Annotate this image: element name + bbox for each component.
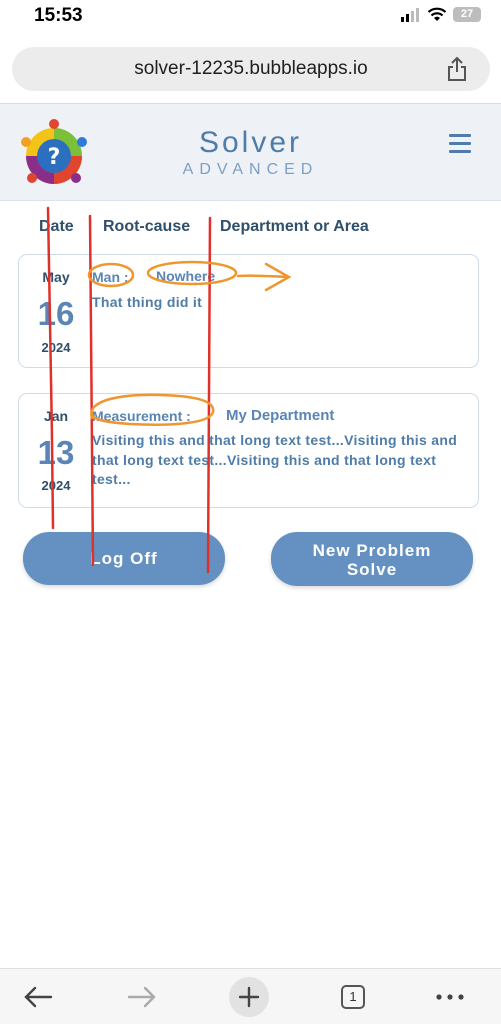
- card-month: May: [42, 269, 70, 285]
- card-year: 2024: [41, 478, 71, 493]
- card-root-cause: Measurement :: [92, 408, 191, 424]
- app-title: Solver: [198, 126, 303, 159]
- problem-card[interactable]: May 16 2024 Man : Nowhere That thing did…: [18, 254, 479, 368]
- status-time: 15:53: [34, 5, 83, 26]
- column-header-root-cause: Root-cause: [103, 218, 191, 235]
- back-button[interactable]: [16, 979, 60, 1015]
- new-tab-button[interactable]: [227, 977, 271, 1017]
- new-problem-solve-button[interactable]: New Problem Solve: [271, 532, 473, 586]
- more-button[interactable]: [428, 979, 472, 1015]
- card-department: My Department: [226, 407, 335, 424]
- new-problem-label-line1: New Problem: [312, 541, 432, 560]
- signal-icon: [401, 7, 419, 22]
- forward-button[interactable]: [120, 979, 164, 1015]
- log-off-label: Log Off: [90, 549, 158, 568]
- app-header: ? Solver ADVANCED: [0, 103, 501, 201]
- card-day: 13: [37, 434, 75, 471]
- forward-arrow-icon: [127, 986, 156, 1008]
- card-description: Visiting this and that long text test...…: [92, 432, 458, 487]
- card-root-cause: Man :: [92, 269, 129, 285]
- url-text: solver-12235.bubbleapps.io: [134, 58, 368, 79]
- card-day: 16: [37, 295, 75, 332]
- card-description: That thing did it: [92, 294, 203, 310]
- new-problem-label-line2: Solve: [346, 560, 398, 579]
- more-dots-icon: [436, 994, 464, 1000]
- tabs-button[interactable]: 1: [331, 979, 375, 1015]
- browser-toolbar: 1: [0, 968, 501, 1024]
- card-month: Jan: [43, 408, 69, 424]
- app-subtitle: ADVANCED: [182, 161, 319, 178]
- status-bar: 15:53 27: [0, 0, 501, 34]
- wifi-icon: [427, 7, 447, 21]
- back-arrow-icon: [24, 986, 53, 1008]
- tab-count: 1: [341, 985, 365, 1009]
- column-headers: Date Root-cause Department or Area: [0, 218, 501, 242]
- menu-icon[interactable]: [449, 134, 471, 158]
- card-department: Nowhere: [156, 268, 216, 284]
- column-header-date: Date: [39, 218, 74, 235]
- card-year: 2024: [41, 340, 71, 355]
- address-bar[interactable]: solver-12235.bubbleapps.io: [12, 47, 490, 91]
- share-icon[interactable]: [446, 56, 468, 82]
- problem-card[interactable]: Jan 13 2024 Measurement : My Department …: [18, 393, 479, 508]
- status-icons: 27: [401, 7, 481, 22]
- column-header-department: Department or Area: [220, 218, 369, 235]
- battery-icon: 27: [453, 7, 481, 22]
- log-off-button[interactable]: Log Off: [23, 532, 225, 585]
- plus-icon: [229, 977, 269, 1017]
